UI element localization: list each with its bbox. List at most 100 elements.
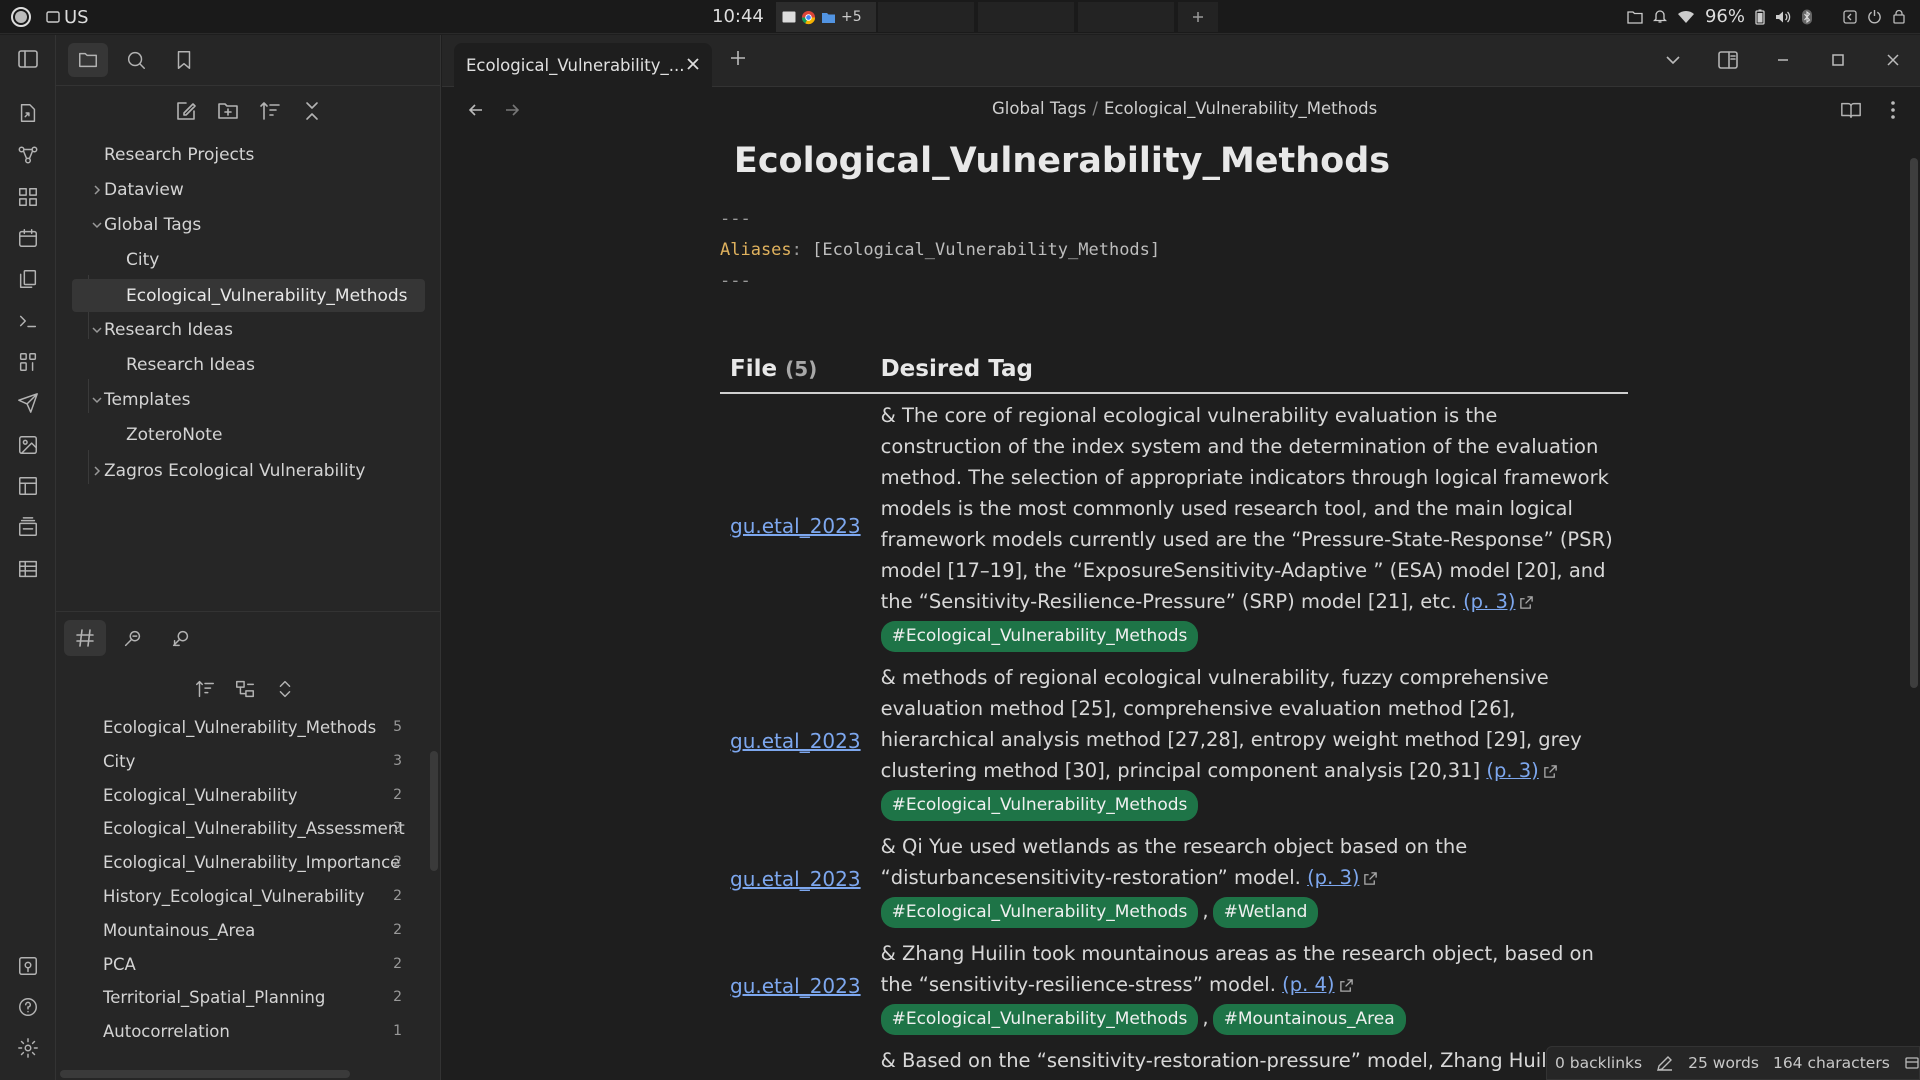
activities-icon[interactable] bbox=[10, 6, 32, 28]
terminal-app-icon[interactable] bbox=[782, 11, 796, 23]
new-tab-icon[interactable] bbox=[728, 48, 748, 68]
tag-list-item[interactable]: Ecological_Vulnerability_Assessment 2 bbox=[56, 815, 416, 845]
external-link-icon[interactable] bbox=[1519, 595, 1534, 610]
external-link-icon[interactable] bbox=[1339, 978, 1354, 993]
tree-file-ecological-vulnerability-methods[interactable]: Ecological_Vulnerability_Methods bbox=[72, 279, 425, 312]
battery-percent[interactable]: 96% bbox=[1705, 6, 1745, 27]
folder-tray-icon[interactable] bbox=[1627, 10, 1643, 24]
edit-mode-icon[interactable] bbox=[1656, 1054, 1674, 1072]
external-link-icon[interactable] bbox=[1363, 871, 1378, 886]
more-apps-count[interactable]: +5 bbox=[841, 9, 862, 25]
ribbon-templates[interactable] bbox=[14, 265, 42, 293]
new-folder-icon[interactable] bbox=[216, 99, 240, 123]
tree-item-root[interactable]: Research Projects bbox=[76, 139, 421, 171]
tree-file-city[interactable]: City bbox=[98, 244, 421, 276]
tab-backlinks[interactable] bbox=[160, 620, 202, 656]
tag-list-item[interactable]: Ecological_Vulnerability_Methods 5 bbox=[56, 714, 416, 744]
tag-pane-scrollbar[interactable] bbox=[430, 751, 438, 871]
toggle-right-sidebar-icon[interactable] bbox=[1700, 47, 1755, 73]
tree-folder-global-tags[interactable]: Global Tags bbox=[76, 209, 421, 241]
tab-outgoing-links[interactable] bbox=[112, 620, 154, 656]
tree-folder-zagros[interactable]: Zagros Ecological Vulnerability bbox=[76, 455, 421, 487]
navigate-forward-icon[interactable] bbox=[502, 100, 522, 120]
screen-switch-icon[interactable] bbox=[1843, 9, 1857, 24]
tab-tags[interactable] bbox=[64, 620, 106, 656]
tag-list-item[interactable]: PCA 2 bbox=[56, 951, 416, 981]
tag-pill[interactable]: #Mountainous_Area bbox=[1212, 1004, 1406, 1035]
lock-screen-icon[interactable] bbox=[1892, 9, 1906, 24]
tag-list-item[interactable]: Autocorrelation 1 bbox=[56, 1018, 416, 1048]
sort-order-icon[interactable] bbox=[258, 99, 282, 123]
power-icon[interactable] bbox=[1867, 9, 1882, 24]
expand-collapse-icon[interactable] bbox=[274, 678, 296, 700]
ribbon-kanban[interactable] bbox=[14, 472, 42, 500]
tag-list-item[interactable]: Ecological_Vulnerability 2 bbox=[56, 782, 416, 812]
tab-file-explorer[interactable] bbox=[68, 43, 108, 77]
tab-search[interactable] bbox=[116, 43, 156, 77]
tag-pill[interactable]: #Ecological_Vulnerability_Methods bbox=[880, 897, 1199, 928]
external-link-icon[interactable] bbox=[1543, 764, 1558, 779]
taskbar-slot[interactable] bbox=[978, 2, 1074, 32]
more-options-icon[interactable] bbox=[1882, 99, 1904, 121]
ribbon-table[interactable] bbox=[14, 555, 42, 583]
page-link[interactable]: (p. 3) bbox=[1486, 759, 1538, 782]
toggle-sidebar-button[interactable] bbox=[14, 45, 42, 73]
tab-list-dropdown-icon[interactable] bbox=[1645, 47, 1700, 73]
tree-file-research-ideas[interactable]: Research Ideas bbox=[98, 349, 421, 381]
maximize-icon[interactable] bbox=[1810, 47, 1865, 73]
tag-pill[interactable]: #Ecological_Vulnerability_Methods bbox=[880, 1004, 1199, 1035]
taskbar-slot[interactable] bbox=[1078, 2, 1174, 32]
tag-list-item[interactable]: History_Ecological_Vulnerability 2 bbox=[56, 883, 416, 913]
tree-folder-dataview[interactable]: Dataview bbox=[76, 174, 421, 206]
taskbar-slot[interactable] bbox=[878, 2, 974, 32]
ribbon-daily-note[interactable] bbox=[14, 224, 42, 252]
editor-scrollbar[interactable] bbox=[1910, 158, 1918, 688]
tag-pill[interactable]: #Wetland bbox=[1212, 897, 1319, 928]
keyboard-layout-indicator[interactable]: US bbox=[46, 7, 89, 28]
nested-tags-icon[interactable] bbox=[234, 678, 256, 700]
clock[interactable]: 10:44 bbox=[712, 6, 764, 27]
tag-list-item[interactable]: Mountainous_Area 2 bbox=[56, 917, 416, 947]
files-app-icon[interactable] bbox=[821, 11, 836, 24]
add-workspace-button[interactable] bbox=[1178, 2, 1218, 32]
tab-bookmarks[interactable] bbox=[164, 43, 204, 77]
tab-ecological-vulnerability-methods[interactable]: Ecological_Vulnerability_... bbox=[454, 43, 712, 87]
minimize-icon[interactable] bbox=[1755, 47, 1810, 73]
ribbon-canvas[interactable] bbox=[14, 183, 42, 211]
page-link[interactable]: (p. 3) bbox=[1307, 866, 1359, 889]
tree-folder-research-ideas[interactable]: Research Ideas bbox=[76, 314, 421, 346]
close-tab-icon[interactable] bbox=[684, 55, 702, 73]
bluetooth-icon[interactable] bbox=[1801, 9, 1813, 25]
ribbon-image[interactable] bbox=[14, 431, 42, 459]
breadcrumb-parent[interactable]: Global Tags bbox=[992, 99, 1086, 118]
sync-status-icon[interactable] bbox=[1904, 1055, 1920, 1071]
ribbon-slides[interactable] bbox=[14, 513, 42, 541]
new-note-icon[interactable] bbox=[174, 99, 198, 123]
file-link[interactable]: gu.etal_2023 bbox=[730, 729, 861, 753]
ribbon-vault-switcher[interactable] bbox=[14, 952, 42, 980]
close-window-icon[interactable] bbox=[1865, 47, 1920, 73]
taskbar-app-group[interactable]: +5 bbox=[776, 2, 876, 32]
page-link[interactable]: (p. 3) bbox=[1463, 590, 1515, 613]
tag-list-item[interactable]: Ecological_Vulnerability_Importance 2 bbox=[56, 849, 416, 879]
tree-file-zoteronote[interactable]: ZoteroNote bbox=[98, 419, 421, 451]
ribbon-publish[interactable] bbox=[14, 389, 42, 417]
ribbon-command-palette[interactable] bbox=[14, 307, 42, 335]
ribbon-help[interactable] bbox=[14, 993, 42, 1021]
backlinks-count[interactable]: 0 backlinks bbox=[1555, 1054, 1642, 1072]
volume-icon[interactable] bbox=[1775, 10, 1791, 24]
tag-pane-horizontal-scrollbar[interactable] bbox=[60, 1070, 350, 1078]
collapse-all-icon[interactable] bbox=[300, 99, 324, 123]
sort-tags-icon[interactable] bbox=[194, 678, 216, 700]
tag-pill[interactable]: #Ecological_Vulnerability_Methods bbox=[880, 790, 1199, 821]
page-link[interactable]: (p. 4) bbox=[1282, 973, 1334, 996]
tree-folder-templates[interactable]: Templates bbox=[76, 384, 421, 416]
file-link[interactable]: gu.etal_2023 bbox=[730, 974, 861, 998]
file-link[interactable]: gu.etal_2023 bbox=[730, 514, 861, 538]
tag-pill[interactable]: #Ecological_Vulnerability_Methods bbox=[880, 621, 1199, 652]
chrome-app-icon[interactable] bbox=[801, 10, 816, 25]
breadcrumb-current[interactable]: Ecological_Vulnerability_Methods bbox=[1104, 99, 1377, 118]
wifi-icon[interactable] bbox=[1677, 10, 1695, 24]
file-link[interactable]: gu.etal_2023 bbox=[730, 867, 861, 891]
notification-bell-icon[interactable] bbox=[1652, 9, 1667, 24]
